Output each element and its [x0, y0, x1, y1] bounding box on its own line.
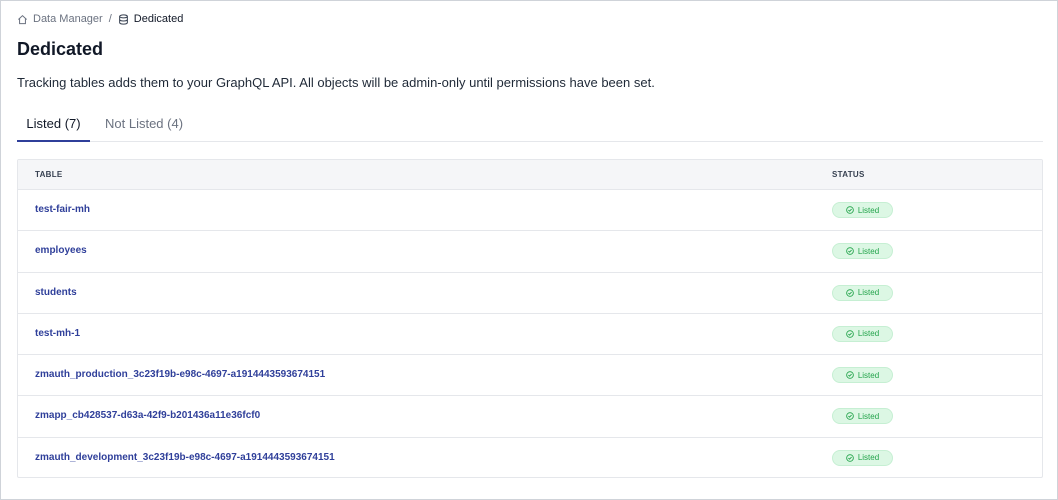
breadcrumb-separator: /: [108, 13, 112, 25]
breadcrumb-current: Dedicated: [118, 13, 184, 25]
check-circle-icon: [846, 453, 854, 462]
database-icon: [118, 13, 128, 25]
home-icon: [18, 14, 27, 24]
status-badge: Listed: [832, 367, 893, 384]
status-badge: Listed: [832, 243, 893, 260]
table-row: zmauth_development_3c23f19b-e98c-4697-a1…: [18, 438, 1042, 477]
table-row: zmapp_cb428537-d63a-42f9-b201436a11e36fc…: [18, 396, 1042, 438]
table-row: zmauth_production_3c23f19b-e98c-4697-a19…: [18, 355, 1042, 397]
table-row: employees Listed: [18, 231, 1042, 273]
status-label: Listed: [857, 246, 880, 256]
status-label: Listed: [857, 329, 880, 339]
breadcrumb-current-label: Dedicated: [133, 13, 184, 25]
page-frame: Data Manager / Dedicated Dedicated Track…: [0, 0, 1058, 500]
tab-bar: Listed (7) Not Listed (4): [17, 108, 1043, 142]
status-badge: Listed: [832, 325, 893, 342]
status-badge: Listed: [832, 449, 893, 466]
status-label: Listed: [857, 288, 880, 298]
table-row: test-mh-1 Listed: [18, 314, 1042, 356]
table-name-link[interactable]: zmauth_production_3c23f19b-e98c-4697-a19…: [35, 355, 325, 395]
status-label: Listed: [857, 205, 880, 215]
table-row: students Listed: [18, 273, 1042, 314]
table-name-link[interactable]: employees: [35, 231, 87, 271]
tab-not-listed[interactable]: Not Listed (4): [105, 108, 183, 142]
tab-listed[interactable]: Listed (7): [17, 108, 90, 142]
check-circle-icon: [846, 288, 854, 297]
tables-table: TABLE STATUS test-fair-mh Listed employe…: [17, 159, 1043, 478]
check-circle-icon: [846, 371, 854, 379]
page-title: Dedicated: [17, 39, 104, 59]
breadcrumb-home[interactable]: Data Manager: [17, 13, 103, 25]
breadcrumb-home-label[interactable]: Data Manager: [33, 13, 103, 25]
status-label: Listed: [857, 370, 880, 380]
table-name-link[interactable]: test-mh-1: [35, 314, 80, 354]
table-header: TABLE STATUS: [18, 160, 1042, 190]
table-name-link[interactable]: test-fair-mh: [35, 190, 90, 230]
column-header-table: TABLE: [35, 170, 63, 179]
status-badge: Listed: [832, 408, 893, 425]
status-label: Listed: [857, 411, 880, 421]
check-circle-icon: [846, 412, 854, 421]
breadcrumb: Data Manager / Dedicated: [17, 12, 183, 26]
table-name-link[interactable]: students: [35, 273, 77, 313]
column-header-status: STATUS: [832, 170, 865, 179]
check-circle-icon: [846, 247, 854, 256]
check-circle-icon: [846, 206, 854, 214]
check-circle-icon: [846, 330, 854, 338]
status-badge: Listed: [832, 202, 893, 218]
status-label: Listed: [857, 453, 880, 463]
table-name-link[interactable]: zmauth_development_3c23f19b-e98c-4697-a1…: [35, 438, 335, 477]
page-description: Tracking tables adds them to your GraphQ…: [17, 75, 655, 90]
status-badge: Listed: [832, 284, 893, 301]
table-row: test-fair-mh Listed: [18, 190, 1042, 232]
table-name-link[interactable]: zmapp_cb428537-d63a-42f9-b201436a11e36fc…: [35, 396, 260, 436]
